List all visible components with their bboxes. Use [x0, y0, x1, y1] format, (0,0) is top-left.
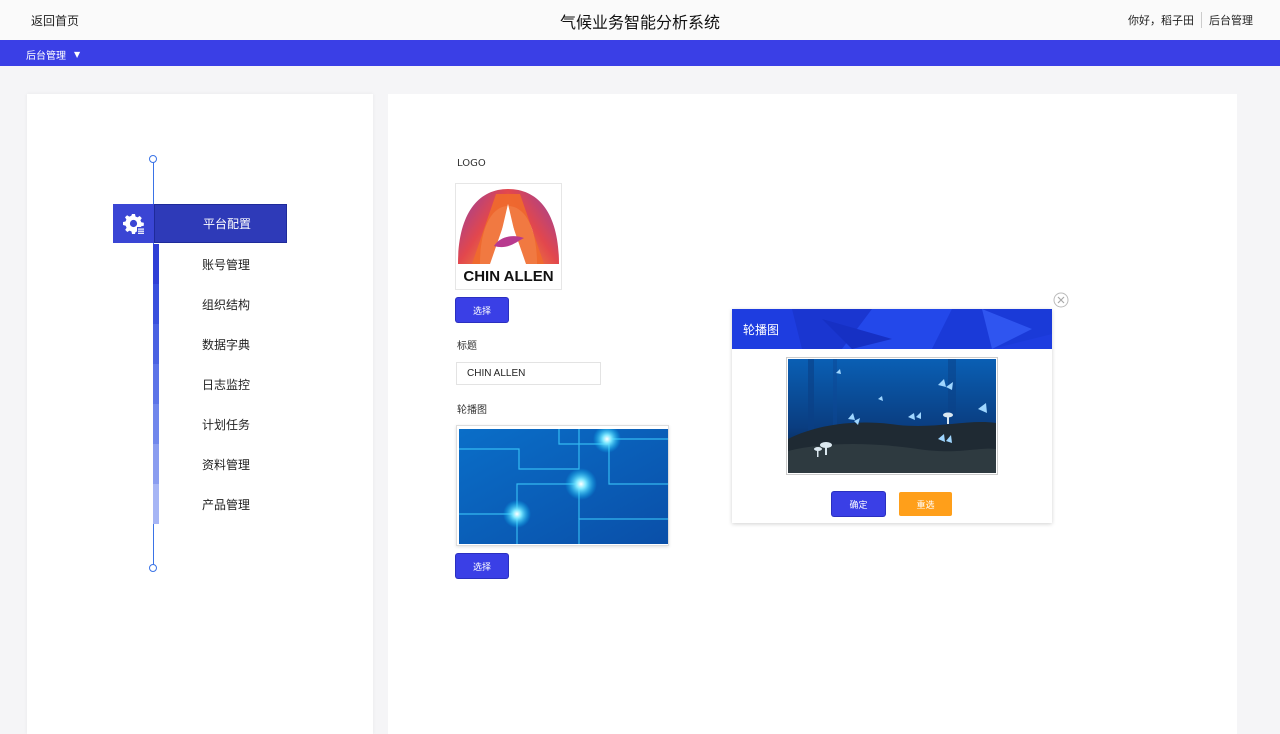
user-area: 你好，稻子田 后台管理: [1128, 12, 1253, 28]
sidebar-item-scheduled-tasks[interactable]: 计划任务: [187, 412, 287, 436]
timeline-segment: [153, 244, 159, 284]
logo-brand-text: CHIN ALLEN: [463, 268, 554, 285]
banner-modal: 轮播图 确定 重选: [732, 309, 1052, 523]
divider: [1201, 12, 1202, 28]
admin-menu-label: 后台管理: [26, 51, 66, 62]
timeline-segment: [153, 364, 159, 404]
sidebar-item-log-monitor[interactable]: 日志监控: [187, 372, 287, 396]
sidebar-item-organization[interactable]: 组织结构: [187, 292, 287, 316]
sidebar-item-platform-config[interactable]: 平台配置: [154, 204, 287, 243]
banner-label: 轮播图: [457, 405, 487, 416]
modal-title: 轮播图: [743, 323, 780, 337]
timeline-segment: [153, 284, 159, 324]
sidebar-item-accounts[interactable]: 账号管理: [187, 252, 287, 276]
sidebar-panel: 平台配置 账号管理 组织结构 数据字典 日志监控 计划任务 资料管理 产品管理: [27, 94, 373, 734]
modal-reselect-button[interactable]: 重选: [899, 492, 952, 516]
butterfly-forest-image: [788, 359, 996, 473]
timeline-segment: [153, 404, 159, 444]
banner-preview[interactable]: [456, 425, 669, 546]
admin-menu-dropdown[interactable]: 后台管理 ▼: [26, 47, 80, 62]
timeline-start-dot: [149, 155, 157, 163]
title-input[interactable]: CHIN ALLEN: [456, 362, 601, 385]
logo-select-button[interactable]: 选择: [456, 298, 508, 322]
modal-header: 轮播图: [732, 309, 1052, 349]
timeline-segment: [153, 324, 159, 364]
title-label: 标题: [457, 341, 477, 352]
gear-icon: [113, 204, 154, 243]
user-greeting: 你好，稻子田: [1128, 14, 1194, 27]
banner-thumbnail-image: [459, 429, 668, 544]
modal-confirm-button[interactable]: 确定: [832, 492, 885, 516]
logo-label: LOGO: [457, 158, 486, 169]
sidebar-item-data-management[interactable]: 资料管理: [187, 452, 287, 476]
timeline-segment: [153, 484, 159, 524]
nav-bar: 后台管理 ▼: [0, 40, 1280, 66]
modal-banner-image: [786, 357, 998, 475]
logo-preview[interactable]: CHIN ALLEN: [455, 183, 562, 290]
app-title: 气候业务智能分析系统: [559, 13, 720, 32]
logo-mark-icon: [458, 189, 559, 264]
sidebar-item-dictionary[interactable]: 数据字典: [187, 332, 287, 356]
caret-down-icon: ▼: [74, 50, 81, 59]
admin-link[interactable]: 后台管理: [1209, 12, 1253, 28]
timeline-segment: [153, 444, 159, 484]
banner-select-button[interactable]: 选择: [456, 554, 508, 578]
sidebar-item-product-management[interactable]: 产品管理: [187, 492, 287, 516]
top-header: 返回首页 气候业务智能分析系统 你好，稻子田 后台管理: [0, 0, 1280, 40]
close-icon[interactable]: [1053, 292, 1069, 308]
timeline-end-dot: [149, 564, 157, 572]
modal-header-pattern: [792, 309, 1052, 349]
